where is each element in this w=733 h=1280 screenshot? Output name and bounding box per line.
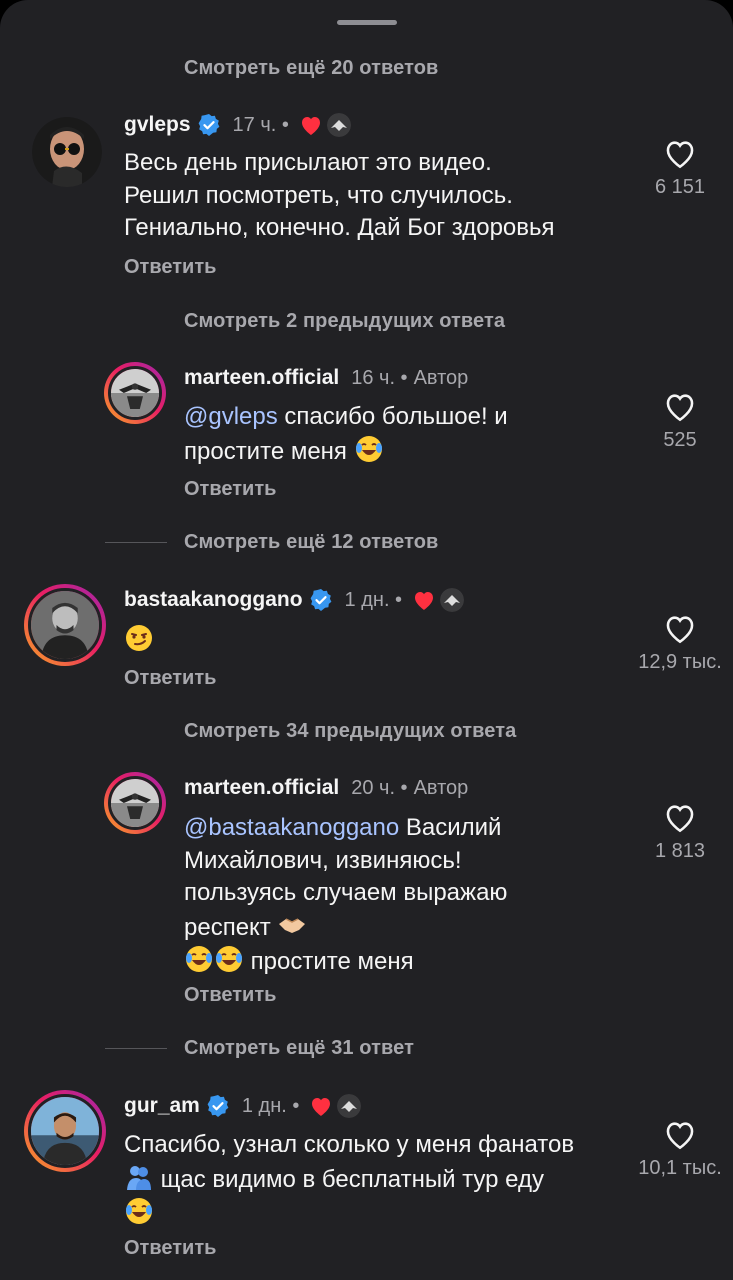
- comment-time: 1 дн. •: [344, 588, 403, 611]
- creator-liked-heart-icon: [312, 1098, 331, 1116]
- like-count: 12,9 тыс.: [638, 651, 722, 673]
- mention-link[interactable]: @bastaakanoggano: [184, 814, 399, 841]
- creator-liked-heart-icon: [301, 117, 320, 135]
- comment-line: простите меня: [184, 437, 347, 465]
- comment-line: Спасибо, узнал сколько у меня фанатов: [124, 1131, 575, 1158]
- comment-time: 16 ч. •: [351, 366, 408, 389]
- comment-text: @bastaakanoggano Василий Михайлович, изв…: [184, 812, 507, 979]
- comments-sheet: Смотреть ещё 20 ответов gvleps 17 ч. • В…: [0, 0, 733, 1280]
- view-more-replies[interactable]: Смотреть ещё 31 ответ: [105, 1033, 414, 1063]
- avatar[interactable]: [24, 1090, 106, 1172]
- comment-header: gvleps 17 ч. •: [124, 110, 351, 140]
- verified-badge-icon: [207, 1095, 229, 1117]
- heart-outline-icon: [666, 805, 694, 833]
- like-button[interactable]: 10,1 тыс.: [630, 1119, 730, 1180]
- avatar[interactable]: [104, 772, 166, 834]
- creator-mini-avatar-icon: [337, 1094, 362, 1118]
- comment-text: @gvleps спасибо большое! и простите меня: [184, 401, 508, 468]
- creator-liked-heart-icon: [415, 592, 434, 610]
- smirk-emoji-icon: [126, 625, 152, 651]
- comment-header: marteen.official 16 ч. • Автор: [184, 363, 468, 393]
- laughing-tears-emoji-icon: [126, 1198, 152, 1224]
- laughing-tears-emoji-icon: [355, 435, 382, 462]
- thread-divider: [105, 541, 167, 543]
- more-text: Смотреть 34 предыдущих ответа: [184, 719, 517, 742]
- avatar-marteen-icon: [111, 369, 159, 417]
- comment-username[interactable]: bastaakanoggano: [124, 588, 303, 612]
- like-button[interactable]: 12,9 тыс.: [630, 613, 730, 674]
- author-badge: Автор: [413, 366, 469, 389]
- comment-line: щас видимо в бесплатный тур еду: [154, 1165, 544, 1193]
- reply-button[interactable]: Ответить: [184, 984, 276, 1007]
- comment-line: спасибо большое! и: [277, 403, 508, 430]
- thread-divider: [105, 1047, 167, 1049]
- reply-button[interactable]: Ответить: [184, 478, 276, 501]
- creator-mini-avatar-icon: [326, 113, 351, 137]
- heart-outline-icon: [666, 141, 694, 169]
- comment-time: 17 ч. •: [232, 113, 289, 136]
- comment-username[interactable]: marteen.official: [184, 776, 339, 800]
- view-more-replies[interactable]: Смотреть ещё 20 ответов: [105, 53, 438, 83]
- comment-line: Решил посмотреть, что случилось.: [124, 181, 513, 209]
- creator-mini-avatar-icon: [440, 588, 465, 612]
- more-text: Смотреть ещё 12 ответов: [184, 530, 439, 553]
- comment-username[interactable]: gur_am: [124, 1094, 200, 1118]
- more-text: Смотреть 2 предыдущих ответа: [184, 309, 506, 332]
- reply-button[interactable]: Ответить: [124, 667, 216, 690]
- laughing-tears-emoji-icon: [216, 946, 242, 972]
- comment-header: bastaakanoggano 1 дн. •: [124, 585, 465, 615]
- avatar[interactable]: [32, 117, 102, 187]
- like-count: 525: [663, 429, 697, 451]
- comment-line: простите меня: [244, 948, 414, 975]
- avatar-gur-am-icon: [31, 1097, 99, 1165]
- like-button[interactable]: 6 151: [630, 138, 730, 199]
- comment-header: gur_am 1 дн. •: [124, 1091, 362, 1121]
- comment-line: Весь день присылают это видео.: [124, 149, 492, 176]
- avatar[interactable]: [24, 584, 106, 666]
- comment-time: 1 дн. •: [241, 1094, 300, 1117]
- view-previous-replies[interactable]: Смотреть 2 предыдущих ответа: [105, 306, 505, 336]
- comment-line: респект: [184, 913, 271, 941]
- comment-time: 20 ч. •: [351, 776, 408, 799]
- avatar-gvleps-icon: [32, 117, 102, 187]
- comment-line: Гениально, конечно. Дай Бог здоровья: [124, 214, 555, 241]
- comment-username[interactable]: marteen.official: [184, 366, 339, 390]
- like-count: 1 813: [654, 840, 706, 862]
- mention-link[interactable]: @gvleps: [184, 403, 278, 430]
- comment-text: Весь день присылают это видео. Решил пос…: [124, 147, 555, 245]
- reply-button[interactable]: Ответить: [124, 256, 216, 279]
- like-count: 6 151: [654, 176, 706, 198]
- like-count: 10,1 тыс.: [638, 1157, 722, 1179]
- view-previous-replies[interactable]: Смотреть 34 предыдущих ответа: [105, 716, 516, 746]
- like-button[interactable]: 1 813: [630, 802, 730, 863]
- comment-line: Михайлович, извиняюсь!: [184, 846, 462, 874]
- sheet-drag-handle[interactable]: [337, 20, 397, 25]
- comment-header: marteen.official 20 ч. • Автор: [184, 773, 468, 803]
- verified-badge-icon: [198, 114, 219, 136]
- people-hugging-emoji-icon: [127, 1165, 151, 1190]
- heart-outline-icon: [666, 394, 694, 422]
- heart-outline-icon: [666, 1122, 694, 1150]
- comment-text: Спасибо, узнал сколько у меня фанатов ща…: [124, 1129, 574, 1231]
- heart-outline-icon: [666, 616, 694, 644]
- more-text: Смотреть ещё 20 ответов: [184, 56, 439, 79]
- comment-line: Василий: [399, 814, 502, 841]
- comment-text: [124, 623, 154, 658]
- like-button[interactable]: 525: [630, 391, 730, 452]
- handshake-emoji-icon: [279, 917, 306, 933]
- laughing-tears-emoji-icon: [186, 946, 212, 972]
- author-badge: Автор: [413, 776, 469, 799]
- comment-username[interactable]: gvleps: [124, 113, 191, 137]
- reply-button[interactable]: Ответить: [124, 1237, 216, 1260]
- view-more-replies[interactable]: Смотреть ещё 12 ответов: [105, 527, 438, 557]
- more-text: Смотреть ещё 31 ответ: [184, 1036, 414, 1059]
- verified-badge-icon: [310, 589, 331, 611]
- comment-line: пользуясь случаем выражаю: [184, 879, 508, 906]
- avatar-marteen-icon: [111, 779, 159, 827]
- avatar[interactable]: [104, 362, 166, 424]
- avatar-basta-icon: [31, 591, 99, 659]
